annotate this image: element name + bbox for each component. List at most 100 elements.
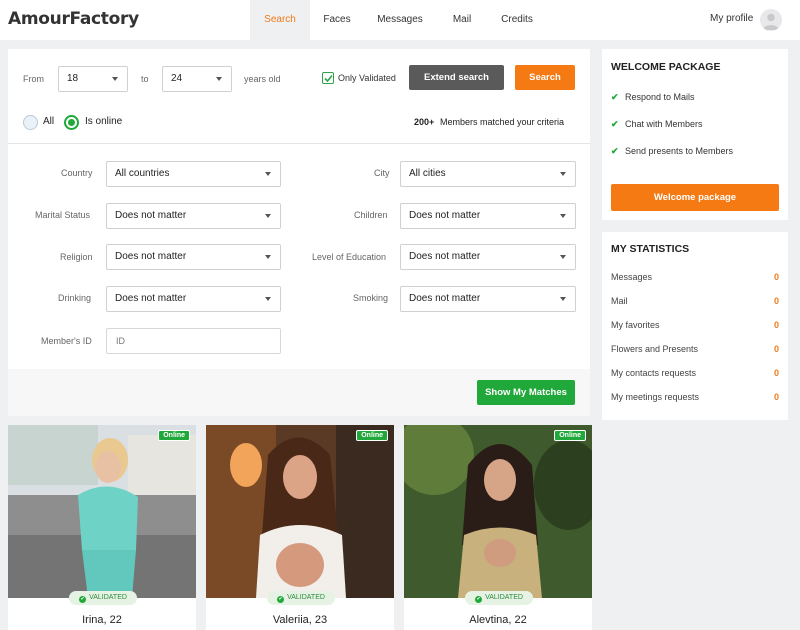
chevron-down-icon bbox=[560, 297, 566, 301]
smoking-label: Smoking bbox=[353, 293, 389, 303]
welcome-item: ✔ Send presents to Members bbox=[611, 146, 733, 157]
only-validated-checkbox[interactable] bbox=[322, 72, 334, 84]
religion-value: Does not matter bbox=[115, 251, 187, 262]
stat-label: My contacts requests bbox=[611, 368, 697, 378]
city-select[interactable]: All cities bbox=[400, 161, 576, 187]
age-from-value: 18 bbox=[67, 73, 79, 84]
profile-photo[interactable] bbox=[8, 425, 196, 598]
chevron-down-icon bbox=[265, 214, 271, 218]
validated-badge: ✔ VALIDATED bbox=[465, 591, 533, 605]
search-top-row: From 18 to 24 years old Only Validated E… bbox=[8, 49, 590, 144]
search-button[interactable]: Search bbox=[515, 65, 575, 90]
stat-label: My meetings requests bbox=[611, 392, 700, 402]
children-select[interactable]: Does not matter bbox=[400, 203, 576, 229]
profile-card[interactable]: Online ✔ VALIDATED Irina, 22 bbox=[8, 425, 196, 630]
stat-row-favorites[interactable]: My favorites 0 bbox=[611, 320, 779, 330]
stat-label: My favorites bbox=[611, 320, 660, 330]
check-icon: ✔ bbox=[611, 119, 619, 129]
top-header: AmourFactory Search Faces Messages Mail … bbox=[0, 0, 800, 40]
my-profile-link[interactable]: My profile bbox=[710, 13, 753, 24]
chevron-down-icon bbox=[265, 297, 271, 301]
nav-mail[interactable]: Mail bbox=[436, 0, 488, 40]
member-id-input[interactable] bbox=[106, 328, 281, 354]
religion-select[interactable]: Does not matter bbox=[106, 244, 281, 270]
drinking-label: Drinking bbox=[58, 293, 92, 303]
check-icon: ✔ bbox=[475, 596, 483, 603]
online-badge: Online bbox=[554, 430, 586, 441]
stat-row-mail[interactable]: Mail 0 bbox=[611, 296, 779, 306]
extend-search-button[interactable]: Extend search bbox=[409, 65, 504, 90]
check-icon: ✔ bbox=[611, 92, 619, 102]
chevron-down-icon bbox=[112, 77, 118, 81]
my-statistics-card: MY STATISTICS Messages 0 Mail 0 My favorit… bbox=[602, 232, 788, 420]
profile-photo-image bbox=[404, 425, 592, 598]
nav-messages[interactable]: Messages bbox=[364, 0, 436, 40]
stat-value: 0 bbox=[773, 296, 779, 306]
stat-row-flowers[interactable]: Flowers and Presents 0 bbox=[611, 344, 779, 354]
profile-photo[interactable] bbox=[404, 425, 592, 598]
validated-badge: ✔ VALIDATED bbox=[69, 591, 137, 605]
nav-search[interactable]: Search bbox=[250, 0, 310, 40]
validated-label: VALIDATED bbox=[485, 594, 523, 601]
validated-label: VALIDATED bbox=[89, 594, 127, 601]
country-select[interactable]: All countries bbox=[106, 161, 281, 187]
main-nav: Search Faces Messages Mail Credits bbox=[250, 0, 546, 40]
stat-label: Flowers and Presents bbox=[611, 344, 699, 354]
chevron-down-icon bbox=[216, 77, 222, 81]
marital-status-select[interactable]: Does not matter bbox=[106, 203, 281, 229]
stat-row-meetings[interactable]: My meetings requests 0 bbox=[611, 392, 779, 402]
children-label: Children bbox=[354, 210, 388, 220]
profile-name[interactable]: Irina, 22 bbox=[8, 614, 196, 626]
from-label: From bbox=[23, 74, 44, 84]
education-value: Does not matter bbox=[409, 251, 481, 262]
radio-all[interactable] bbox=[23, 115, 38, 130]
avatar[interactable] bbox=[760, 9, 782, 31]
welcome-item-label: Send presents to Members bbox=[625, 146, 734, 156]
radio-is-online[interactable] bbox=[64, 115, 79, 130]
profile-card[interactable]: Online ✔ VALIDATED Alevtina, 22 bbox=[404, 425, 592, 630]
online-badge: Online bbox=[158, 430, 190, 441]
only-validated-label: Only Validated bbox=[338, 73, 396, 83]
validated-badge: ✔ VALIDATED bbox=[267, 591, 335, 605]
stat-label: Messages bbox=[611, 272, 653, 282]
drinking-value: Does not matter bbox=[115, 293, 187, 304]
profile-photo[interactable] bbox=[206, 425, 394, 598]
stat-row-messages[interactable]: Messages 0 bbox=[611, 272, 779, 282]
city-label: City bbox=[374, 168, 390, 178]
logo[interactable]: AmourFactory bbox=[8, 9, 139, 29]
chevron-down-icon bbox=[265, 172, 271, 176]
smoking-select[interactable]: Does not matter bbox=[400, 286, 576, 312]
education-select[interactable]: Does not matter bbox=[400, 244, 576, 270]
stat-row-contacts[interactable]: My contacts requests 0 bbox=[611, 368, 779, 378]
country-label: Country bbox=[61, 168, 93, 178]
stat-value: 0 bbox=[773, 320, 779, 330]
profile-name[interactable]: Valeriia, 23 bbox=[206, 614, 394, 626]
stat-value: 0 bbox=[773, 272, 779, 282]
user-icon bbox=[763, 13, 779, 30]
smoking-value: Does not matter bbox=[409, 293, 481, 304]
profile-name[interactable]: Alevtina, 22 bbox=[404, 614, 592, 626]
check-icon: ✔ bbox=[277, 596, 285, 603]
marital-status-value: Does not matter bbox=[115, 210, 187, 221]
search-panel: From 18 to 24 years old Only Validated E… bbox=[8, 49, 590, 416]
welcome-package-button[interactable]: Welcome package bbox=[611, 184, 779, 211]
show-my-matches-button[interactable]: Show My Matches bbox=[477, 380, 575, 405]
match-text: Members matched your criteria bbox=[440, 117, 565, 127]
radio-is-online-label: Is online bbox=[85, 116, 123, 127]
stat-value: 0 bbox=[773, 368, 779, 378]
chevron-down-icon bbox=[560, 255, 566, 259]
welcome-item: ✔ Respond to Mails bbox=[611, 92, 695, 103]
member-id-label: Member's ID bbox=[41, 336, 92, 346]
nav-faces[interactable]: Faces bbox=[310, 0, 364, 40]
nav-credits[interactable]: Credits bbox=[488, 0, 546, 40]
age-from-select[interactable]: 18 bbox=[58, 66, 128, 92]
welcome-item-label: Chat with Members bbox=[625, 119, 703, 129]
profile-card[interactable]: Online ✔ VALIDATED Valeriia, 23 bbox=[206, 425, 394, 630]
age-to-select[interactable]: 24 bbox=[162, 66, 232, 92]
radio-all-label: All bbox=[43, 116, 55, 127]
drinking-select[interactable]: Does not matter bbox=[106, 286, 281, 312]
welcome-package-card: WELCOME PACKAGE ✔ Respond to Mails ✔ Chat … bbox=[602, 49, 788, 220]
profile-photo-image bbox=[206, 425, 394, 598]
stat-label: Mail bbox=[611, 296, 628, 306]
chevron-down-icon bbox=[560, 214, 566, 218]
